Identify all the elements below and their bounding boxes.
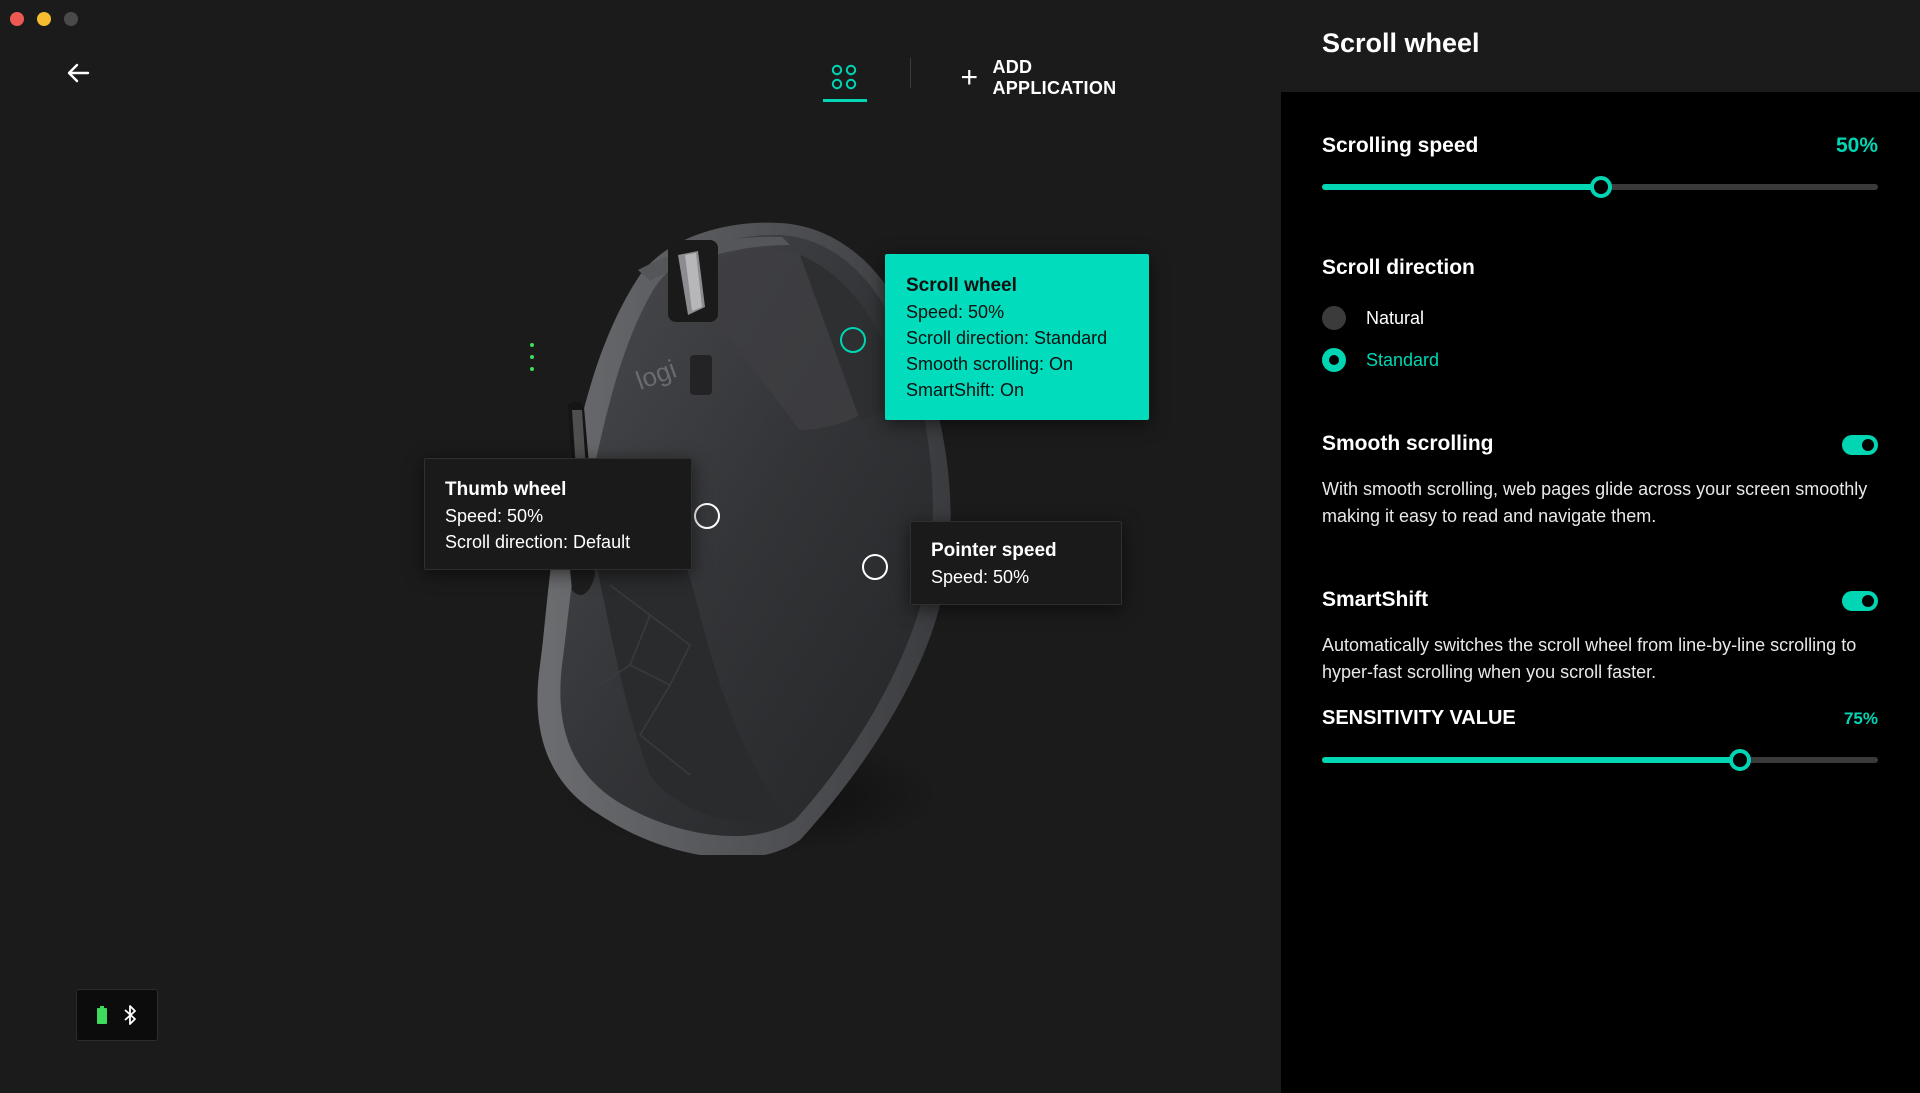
device-status	[76, 989, 158, 1041]
back-arrow-icon	[67, 63, 90, 83]
smartshift-description: Automatically switches the scroll wheel …	[1322, 635, 1857, 682]
callout-line: SmartShift: On	[906, 380, 1025, 400]
scrolling-speed-label: Scrolling speed	[1322, 134, 1479, 157]
scroll-wheel-callout[interactable]: Scroll wheel Speed: 50% Scroll direction…	[885, 254, 1149, 420]
radio-natural[interactable]: Natural	[1322, 306, 1424, 330]
radio-standard[interactable]: Standard	[1322, 348, 1439, 372]
thumb-wheel-hotspot[interactable]	[694, 503, 720, 529]
callout-line: Speed: 50%	[906, 302, 1005, 322]
thumb-wheel-callout[interactable]: Thumb wheel Speed: 50% Scroll direction:…	[424, 458, 692, 570]
panel-header: Scroll wheel	[1281, 0, 1920, 92]
bluetooth-icon	[124, 1005, 136, 1025]
callout-title: Thumb wheel	[445, 479, 567, 500]
close-window-button[interactable]	[10, 12, 24, 26]
slider-thumb[interactable]	[1590, 176, 1612, 198]
back-button[interactable]	[66, 62, 96, 86]
radio-button[interactable]	[1322, 348, 1346, 372]
slider-thumb[interactable]	[1729, 749, 1751, 771]
pointer-speed-callout[interactable]: Pointer speed Speed: 50%	[910, 521, 1122, 605]
panel-title: Scroll wheel	[1322, 28, 1480, 58]
maximize-window-button[interactable]	[64, 12, 78, 26]
pointer-speed-hotspot[interactable]	[862, 554, 888, 580]
callout-line: Speed: 50%	[445, 506, 544, 526]
sensitivity-label: SENSITIVITY VALUE	[1322, 707, 1516, 729]
scrolling-speed-slider[interactable]	[1322, 176, 1878, 198]
smooth-scrolling-description: With smooth scrolling, web pages glide a…	[1322, 479, 1868, 526]
slider-fill	[1322, 757, 1739, 763]
scroll-wheel-hotspot[interactable]	[840, 327, 866, 353]
callout-title: Scroll wheel	[906, 275, 1017, 296]
settings-panel: Scroll wheel Scrolling speed 50% Scroll …	[1281, 0, 1920, 1093]
smartshift-label: SmartShift	[1322, 588, 1429, 611]
callout-line: Smooth scrolling: On	[906, 354, 1074, 374]
radio-label: Standard	[1366, 349, 1440, 370]
minimize-window-button[interactable]	[37, 12, 51, 26]
smooth-scrolling-label: Smooth scrolling	[1322, 432, 1494, 455]
slider-fill	[1322, 184, 1600, 190]
app-grid-icon	[831, 64, 857, 90]
scrolling-speed-value: 50%	[1835, 134, 1878, 157]
callout-title: Pointer speed	[931, 540, 1057, 561]
smartshift-toggle[interactable]	[1842, 591, 1878, 611]
callout-line: Scroll direction: Default	[445, 532, 631, 552]
battery-icon	[97, 1006, 107, 1024]
callout-line: Scroll direction: Standard	[906, 328, 1108, 348]
sensitivity-slider[interactable]	[1322, 749, 1878, 771]
active-tab-indicator	[823, 99, 867, 102]
scroll-direction-label: Scroll direction	[1322, 256, 1475, 279]
sensitivity-value: 75%	[1843, 709, 1878, 728]
add-application-label: ADD APPLICATION	[992, 57, 1117, 98]
plus-icon: +	[960, 61, 978, 94]
radio-button[interactable]	[1322, 306, 1346, 330]
smooth-scrolling-toggle[interactable]	[1842, 435, 1878, 455]
nav-divider	[910, 58, 911, 88]
options-window: + ADD APPLICATION logi Scroll wheel Spee…	[0, 0, 1920, 1093]
all-applications-tab[interactable]	[820, 58, 867, 104]
radio-label: Natural	[1366, 307, 1425, 328]
callout-line: Speed: 50%	[931, 567, 1030, 587]
add-application-button[interactable]: + ADD APPLICATION	[960, 57, 1122, 98]
